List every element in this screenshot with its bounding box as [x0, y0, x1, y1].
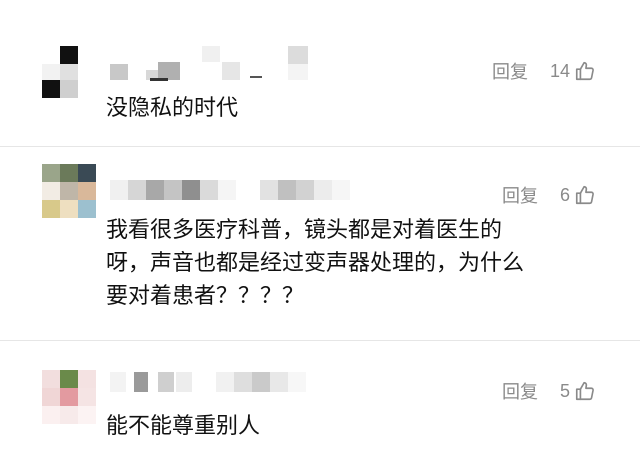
comment-actions: 回复 5 [502, 378, 596, 404]
comment-text: 没隐私的时代 [106, 92, 238, 125]
comment-line: 没隐私的时代 [106, 96, 239, 121]
comment-item: 回复 14 没隐私的时代 [0, 0, 640, 150]
comment-line: 呀，声音也都是经过变声器处理的，为什么 [106, 251, 525, 276]
comment-actions: 回复 14 [492, 58, 596, 84]
comment-line: 我看很多医疗科普，镜头都是对着医生的 [106, 218, 503, 243]
comment-actions: 回复 6 [502, 182, 596, 208]
comment-line: 要对着患者？？？？ [106, 284, 305, 309]
avatar[interactable] [42, 370, 96, 424]
thumbs-up-icon[interactable] [574, 60, 596, 82]
thumbs-up-icon[interactable] [574, 380, 596, 402]
username-mosaic[interactable] [110, 46, 320, 86]
like-count: 5 [559, 380, 570, 401]
comment-text: 能不能尊重别人 [106, 410, 260, 443]
avatar[interactable] [42, 46, 94, 98]
comment-item: 回复 5 能不能尊重别人 [0, 344, 640, 460]
divider [0, 146, 640, 147]
divider [0, 340, 640, 341]
like-count: 6 [559, 184, 570, 205]
username-mosaic[interactable] [110, 178, 360, 202]
reply-button[interactable]: 回复 [492, 58, 528, 84]
comment-item: 回复 6 我看很多医疗科普，镜头都是对着医生的 呀，声音也都是经过变声器处理的，… [0, 150, 640, 350]
thumbs-up-icon[interactable] [574, 184, 596, 206]
avatar[interactable] [42, 164, 96, 218]
like-count: 14 [549, 60, 570, 81]
reply-button[interactable]: 回复 [502, 182, 538, 208]
reply-button[interactable]: 回复 [502, 378, 538, 404]
comment-line: 能不能尊重别人 [106, 414, 261, 439]
username-mosaic[interactable] [110, 370, 310, 394]
comment-text: 我看很多医疗科普，镜头都是对着医生的 呀，声音也都是经过变声器处理的，为什么 要… [106, 214, 524, 313]
